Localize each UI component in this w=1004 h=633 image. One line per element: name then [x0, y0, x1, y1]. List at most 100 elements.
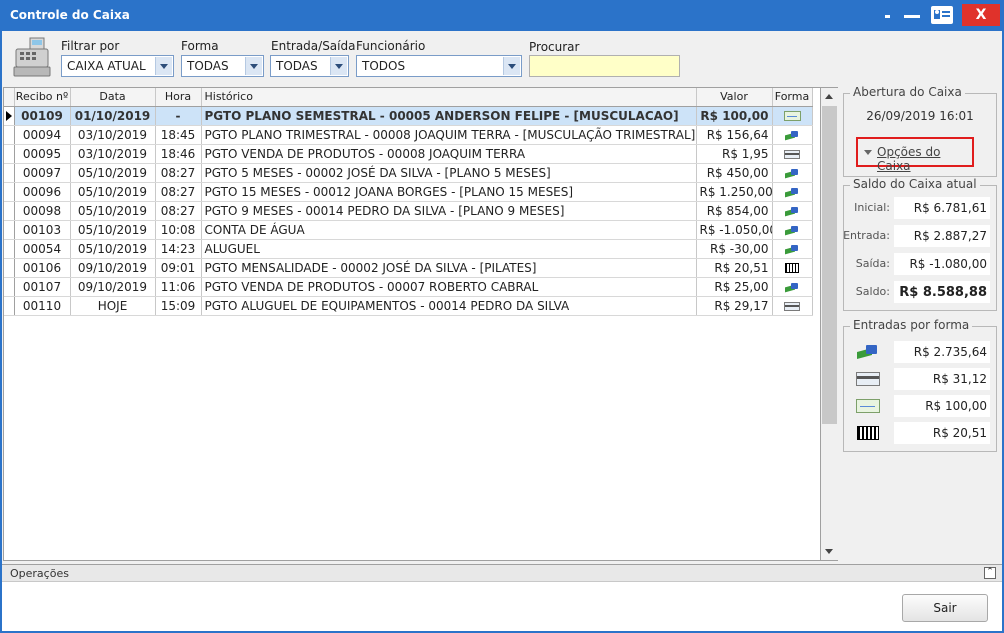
col-data[interactable]: Data [70, 88, 156, 107]
cash-register-icon [13, 37, 51, 77]
operations-bar[interactable]: Operações ⌃ [2, 564, 1002, 582]
table-row[interactable]: 00103 05/10/2019 10:08 CONTA DE ÁGUA R$ -1.0… [4, 220, 813, 240]
cash-icon [785, 244, 799, 254]
entrada-label: Entrada: [843, 229, 890, 242]
inicial-label: Inicial: [854, 201, 890, 214]
balance-row-saida: Saída: R$ -1.080,00 [844, 253, 996, 275]
cell-forma [772, 106, 813, 126]
cell-forma [772, 144, 813, 164]
cell-data: 09/10/2019 [70, 277, 156, 297]
entrada-forma-value: R$ 100,00 [894, 395, 990, 417]
forma-label: Forma [181, 39, 219, 53]
minimize-small-icon[interactable] [878, 4, 896, 26]
cell-forma [772, 296, 813, 316]
cell-valor: R$ -30,00 [696, 239, 773, 259]
filtrar-por-value: CAIXA ATUAL [67, 59, 146, 73]
abertura-title: Abertura do Caixa [850, 85, 965, 99]
close-button[interactable]: X [962, 4, 1000, 26]
row-indicator [4, 106, 15, 126]
row-indicator [4, 163, 15, 183]
table-row[interactable]: 00054 05/10/2019 14:23 ALUGUEL R$ -30,00 [4, 239, 813, 259]
cell-hora: 08:27 [155, 201, 202, 221]
window-title: Controle do Caixa [10, 8, 130, 22]
cash-icon [857, 345, 879, 359]
scroll-thumb[interactable] [822, 106, 837, 424]
filtrar-por-select[interactable]: CAIXA ATUAL [61, 55, 174, 77]
cell-valor: R$ 1.250,00 [696, 182, 773, 202]
cell-hora: 14:23 [155, 239, 202, 259]
card-icon [856, 372, 880, 386]
table-row[interactable]: 00107 09/10/2019 11:06 PGTO VENDA DE PRODUT… [4, 277, 813, 297]
table-row[interactable]: 00110 HOJE 15:09 PGTO ALUGUEL DE EQUIPAMENT… [4, 296, 813, 316]
table-row[interactable]: 00097 05/10/2019 08:27 PGTO 5 MESES - 00002… [4, 163, 813, 183]
table-row[interactable]: 00106 09/10/2019 09:01 PGTO MENSALIDADE - 0… [4, 258, 813, 278]
cell-forma [772, 163, 813, 183]
cell-data: 03/10/2019 [70, 125, 156, 145]
table-row[interactable]: 00098 05/10/2019 08:27 PGTO 9 MESES - 00014… [4, 201, 813, 221]
funcionario-label: Funcionário [356, 39, 426, 53]
inicial-value: R$ 6.781,61 [894, 197, 990, 219]
col-forma[interactable]: Forma [772, 88, 813, 107]
cell-hora: 15:09 [155, 296, 202, 316]
cell-historico: PGTO PLANO TRIMESTRAL - 00008 JOAQUIM TE… [201, 125, 697, 145]
cell-hora: 11:06 [155, 277, 202, 297]
cell-valor: R$ 25,00 [696, 277, 773, 297]
scroll-down-icon[interactable] [825, 549, 833, 554]
entrada-saida-select[interactable]: TODAS [270, 55, 349, 77]
row-indicator [4, 220, 15, 240]
cell-forma [772, 125, 813, 145]
caret-down-icon [864, 150, 872, 155]
cell-historico: PGTO 15 MESES - 00012 JOANA BORGES - [PL… [201, 182, 697, 202]
cell-historico: PGTO PLANO SEMESTRAL - 00005 ANDERSON FE… [201, 106, 697, 126]
grid-scrollbar[interactable] [821, 87, 838, 561]
cell-forma [772, 258, 813, 278]
options-label[interactable]: Opções do Caixa [877, 145, 972, 173]
scroll-up-icon[interactable] [825, 94, 833, 99]
cell-valor: R$ 20,51 [696, 258, 773, 278]
row-indicator [4, 258, 15, 278]
filtrar-por-label: Filtrar por [61, 39, 120, 53]
entrada-saida-value: TODAS [276, 59, 318, 73]
table-row[interactable]: 00109 01/10/2019- PGTO PLANO SEMESTRAL - 0… [4, 106, 813, 126]
side-panel: Abertura do Caixa 26/09/2019 16:01 Opçõe… [840, 85, 1002, 561]
chevron-down-icon[interactable] [330, 57, 347, 75]
col-recibo[interactable]: Recibo nº [14, 88, 71, 107]
cell-historico: PGTO 5 MESES - 00002 JOSÉ DA SILVA - [PL… [201, 163, 697, 183]
col-historico[interactable]: Histórico [201, 88, 697, 107]
forma-value: TODAS [187, 59, 229, 73]
cell-historico: PGTO ALUGUEL DE EQUIPAMENTOS - 00014 PED… [201, 296, 697, 316]
cell-hora: - [155, 106, 202, 126]
row-indicator [4, 296, 15, 316]
search-input[interactable] [529, 55, 680, 77]
col-hora[interactable]: Hora [155, 88, 202, 107]
saida-value: R$ -1.080,00 [894, 253, 990, 275]
col-valor[interactable]: Valor [696, 88, 773, 107]
options-button[interactable]: Opções do Caixa [856, 137, 974, 173]
sair-button[interactable]: Sair [902, 594, 988, 622]
collapse-icon[interactable]: ⌃ [984, 567, 996, 579]
cell-valor: R$ 29,17 [696, 296, 773, 316]
user-card-icon[interactable] [931, 6, 953, 24]
table-row[interactable]: 00094 03/10/2019 18:45 PGTO PLANO TRIMESTRA… [4, 125, 813, 145]
table-row[interactable]: 00095 03/10/2019 18:46 PGTO VENDA DE PRODUT… [4, 144, 813, 164]
chevron-down-icon[interactable] [155, 57, 172, 75]
bottom-panel: Sair [2, 582, 1002, 631]
cell-recibo: 00110 [14, 296, 71, 316]
entrada-forma-row: R$ 31,12 [844, 368, 996, 390]
forma-select[interactable]: TODAS [181, 55, 264, 77]
chevron-down-icon[interactable] [503, 57, 520, 75]
cash-icon [785, 225, 799, 235]
table-row[interactable]: 00096 05/10/2019 08:27 PGTO 15 MESES - 0001… [4, 182, 813, 202]
entrada-forma-value: R$ 20,51 [894, 422, 990, 444]
cell-recibo: 00109 [14, 106, 71, 126]
minimize-icon[interactable] [900, 4, 924, 26]
funcionario-select[interactable]: TODOS [356, 55, 522, 77]
entrada-saida-label: Entrada/Saída [271, 39, 356, 53]
entrada-forma-row: R$ 2.735,64 [844, 341, 996, 363]
chevron-down-icon[interactable] [245, 57, 262, 75]
saldo-label: Saldo: [855, 285, 890, 298]
cell-valor: R$ -1.050,00 [696, 220, 773, 240]
cell-valor: R$ 854,00 [696, 201, 773, 221]
cell-historico: ALUGUEL [201, 239, 697, 259]
cell-data: HOJE [70, 296, 156, 316]
